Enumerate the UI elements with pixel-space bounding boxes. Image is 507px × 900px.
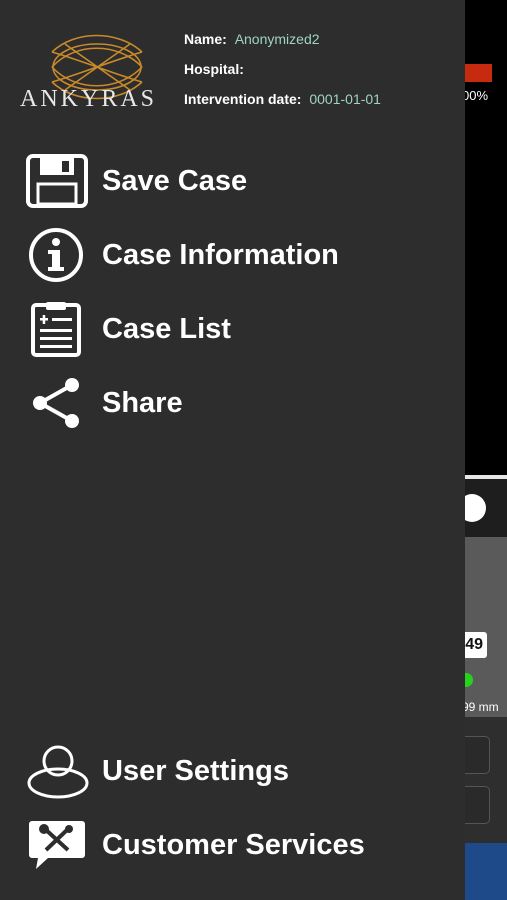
navigation-drawer: ANKYRAS Name: Anonymized2 Hospital: Inte…: [0, 0, 465, 900]
intervention-date-row: Intervention date: 0001-01-01: [184, 90, 381, 120]
menu-item-save-case[interactable]: Save Case: [26, 153, 247, 209]
menu-item-user-settings[interactable]: User Settings: [26, 743, 289, 799]
hospital-label: Hospital:: [184, 61, 244, 77]
case-info: Name: Anonymized2 Hospital: Intervention…: [184, 30, 381, 120]
intervention-date-label: Intervention date:: [184, 91, 302, 107]
background-progress-label: 00%: [462, 88, 489, 103]
case-information-label: Case Information: [102, 238, 339, 271]
hospital-row: Hospital:: [184, 60, 381, 90]
menu-item-customer-services[interactable]: Customer Services: [26, 817, 365, 873]
share-label: Share: [102, 386, 183, 419]
intervention-date-value: 0001-01-01: [309, 91, 381, 107]
user-settings-label: User Settings: [102, 754, 289, 787]
share-icon: [33, 378, 79, 428]
menu-item-case-list[interactable]: Case List: [26, 301, 231, 357]
menu-item-case-information[interactable]: Case Information: [26, 227, 339, 283]
background-measure-label: 99 mm: [462, 700, 499, 714]
menu-item-share[interactable]: Share: [26, 375, 183, 431]
user-icon: [27, 745, 89, 799]
case-name-row: Name: Anonymized2: [184, 30, 381, 60]
customer-services-label: Customer Services: [102, 828, 365, 861]
floppy-disk-icon: [26, 154, 88, 208]
brand-name: ANKYRAS: [20, 86, 158, 112]
case-list-label: Case List: [102, 312, 231, 345]
save-case-label: Save Case: [102, 164, 248, 197]
case-name-label: Name:: [184, 31, 227, 47]
tools-chat-icon: [29, 821, 85, 869]
clipboard-icon: [31, 302, 81, 357]
case-name-value: Anonymized2: [234, 31, 320, 47]
info-icon: [29, 228, 83, 282]
